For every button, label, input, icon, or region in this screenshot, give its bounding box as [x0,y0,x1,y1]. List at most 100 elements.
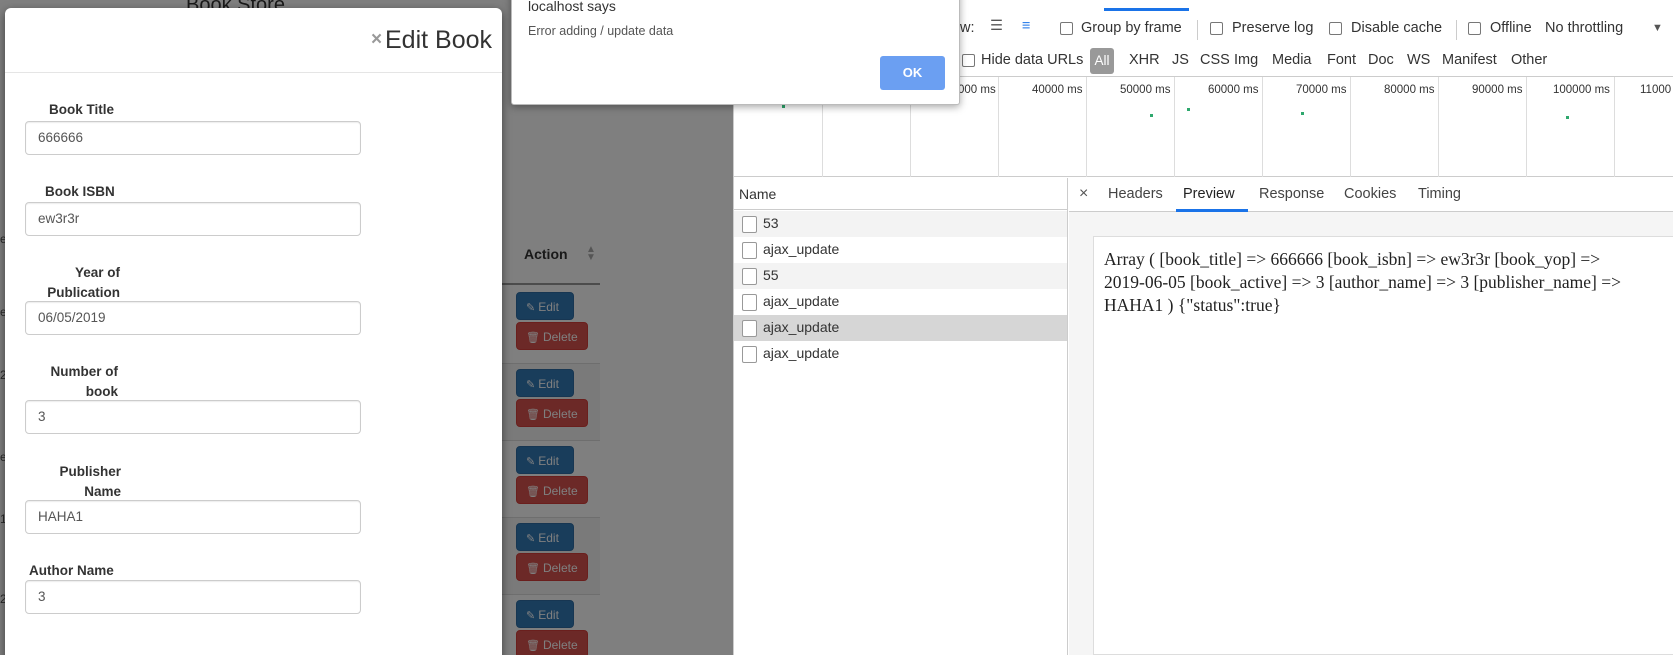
number-of-book-input[interactable]: 3 [25,400,361,434]
list-view-icon[interactable]: ☰ [990,18,1003,34]
timeline-tick-label: 70000 ms [1296,84,1347,96]
request-name: 55 [763,267,779,283]
request-row[interactable]: ajax_update [734,289,1067,315]
book-title-label: Book Title [49,102,115,117]
filter-other[interactable]: Other [1511,52,1547,68]
timeline-tick-label: 50000 ms [1120,84,1171,96]
label-line: Publisher [59,464,121,479]
request-name: ajax_update [763,293,840,309]
request-marker [1566,116,1569,119]
request-list: Name 53 ajax_update 55 ajax_update ajax_… [734,178,1068,655]
filter-all[interactable]: All [1090,48,1114,74]
filter-img[interactable]: Img [1234,52,1258,68]
chevron-down-icon[interactable]: ▼ [1652,22,1663,34]
offline-label: Offline [1490,20,1532,36]
tab-headers[interactable]: Headers [1108,186,1163,202]
alert-dialog: localhost says Error adding / update dat… [511,0,960,105]
document-icon [742,268,757,285]
filter-css[interactable]: CSS [1200,52,1230,68]
filter-doc[interactable]: Doc [1368,52,1394,68]
request-row-selected[interactable]: ajax_update [734,315,1067,341]
timeline-tick-label: 000 ms [958,84,996,96]
tab-cookies[interactable]: Cookies [1344,186,1396,202]
tab-response[interactable]: Response [1259,186,1324,202]
hide-data-urls-checkbox[interactable] [962,54,975,67]
timeline-tick-label: 11000 [1640,84,1672,96]
name-column-header[interactable]: Name [734,178,1068,210]
request-row[interactable]: ajax_update [734,341,1067,367]
preserve-log-checkbox[interactable] [1210,22,1223,35]
label-line: Number of [50,364,119,379]
timeline-tick-label: 40000 ms [1032,84,1083,96]
active-tab-indicator [1176,209,1248,212]
details-tab-bar: × Headers Preview Response Cookies Timin… [1069,178,1673,212]
document-icon [742,320,757,337]
group-by-frame-checkbox[interactable] [1060,22,1073,35]
publisher-name-input[interactable]: HAHA1 [25,500,361,534]
close-icon[interactable]: × [371,30,382,49]
year-of-publication-input[interactable]: 06/05/2019 [25,301,361,335]
filter-ws[interactable]: WS [1407,52,1430,68]
offline-checkbox[interactable] [1468,22,1481,35]
modal-header: × Edit Book [5,8,502,73]
document-icon [742,216,757,233]
ok-button[interactable]: OK [880,56,945,90]
request-row[interactable]: 53 [734,211,1067,237]
book-isbn-input[interactable]: ew3r3r [25,202,361,236]
request-name: ajax_update [763,241,840,257]
modal-title: Edit Book [385,26,493,54]
edit-book-modal: × Edit Book Book Title 666666 Book ISBN … [5,8,502,655]
close-icon[interactable]: × [1079,185,1088,203]
tab-timing[interactable]: Timing [1418,186,1461,202]
filter-js[interactable]: JS [1172,52,1189,68]
preview-content: Array ( [book_title] => 666666 [book_isb… [1093,236,1673,655]
view-label: w: [960,20,975,36]
request-row[interactable]: ajax_update [734,237,1067,263]
request-marker [1187,108,1190,111]
filter-xhr[interactable]: XHR [1129,52,1160,68]
tab-preview[interactable]: Preview [1183,186,1235,202]
document-icon [742,346,757,363]
active-panel-indicator [1104,8,1189,11]
throttling-select[interactable]: No throttling [1545,20,1623,36]
filter-media[interactable]: Media [1272,52,1312,68]
group-by-frame-label: Group by frame [1081,20,1182,36]
timeline-tick-label: 80000 ms [1384,84,1435,96]
timeline-tick-label: 60000 ms [1208,84,1259,96]
hide-data-urls-label: Hide data URLs [981,52,1084,68]
preserve-log-label: Preserve log [1232,20,1314,36]
request-name: ajax_update [763,345,840,361]
divider [1197,20,1198,40]
request-details: × Headers Preview Response Cookies Timin… [1069,178,1673,655]
document-icon [742,294,757,311]
filter-font[interactable]: Font [1327,52,1356,68]
label-line: Year of [74,265,120,280]
year-of-publication-label: Year of Publication [40,263,120,303]
request-marker [782,105,785,108]
timeline-tick-label: 90000 ms [1472,84,1523,96]
label-line: Publication [47,285,120,300]
filter-manifest[interactable]: Manifest [1442,52,1497,68]
author-name-label: Author Name [29,563,114,578]
book-title-input[interactable]: 666666 [25,121,361,155]
label-line: book [85,384,118,399]
request-marker [1150,114,1153,117]
request-name: 53 [763,215,779,231]
document-icon [742,242,757,259]
response-preview-text: Array ( [book_title] => 666666 [book_isb… [1104,249,1621,315]
waterfall-view-icon[interactable]: ≡ [1022,18,1030,34]
name-header-label: Name [739,186,777,202]
request-row[interactable]: 55 [734,263,1067,289]
request-marker [1301,112,1304,115]
divider [1456,20,1457,40]
publisher-name-label: Publisher Name [45,462,121,502]
disable-cache-label: Disable cache [1351,20,1443,36]
request-name: ajax_update [763,319,840,335]
alert-title: localhost says [528,0,616,14]
author-name-input[interactable]: 3 [25,580,361,614]
timeline-tick-label: 100000 ms [1553,84,1610,96]
number-of-book-label: Number of book [40,362,119,402]
label-line: Name [84,484,121,499]
disable-cache-checkbox[interactable] [1329,22,1342,35]
alert-message: Error adding / update data [528,24,674,38]
